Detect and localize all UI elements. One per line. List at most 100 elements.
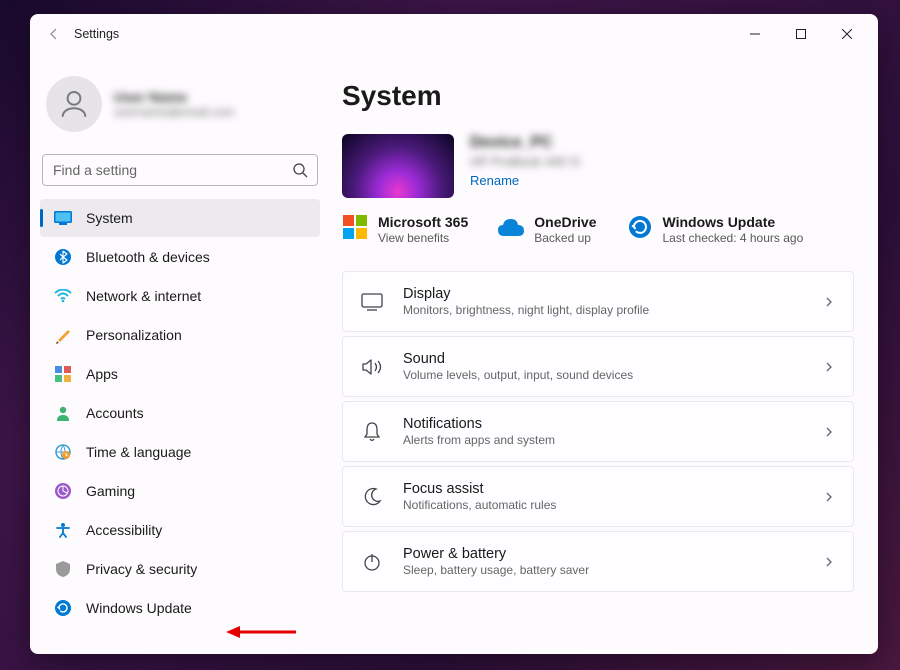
sidebar-item-time-language[interactable]: Time & language bbox=[40, 433, 320, 471]
user-text: User Name username@email.com bbox=[114, 89, 234, 119]
user-email: username@email.com bbox=[114, 105, 234, 119]
chevron-right-icon bbox=[823, 296, 835, 308]
close-icon bbox=[842, 29, 852, 39]
sidebar-item-label: System bbox=[86, 210, 133, 226]
sidebar-item-label: Network & internet bbox=[86, 288, 201, 304]
page-title: System bbox=[342, 80, 854, 112]
chevron-right-icon bbox=[823, 361, 835, 373]
user-name: User Name bbox=[114, 89, 234, 105]
device-row: Device_PC HP ProBook 440 G Rename bbox=[342, 134, 854, 198]
gaming-icon bbox=[54, 482, 72, 500]
minimize-button[interactable] bbox=[732, 18, 778, 50]
status-sub: Last checked: 4 hours ago bbox=[663, 231, 804, 245]
card-power-battery[interactable]: Power & battery Sleep, battery usage, ba… bbox=[342, 531, 854, 592]
onedrive-icon bbox=[498, 214, 524, 240]
nav: System Bluetooth & devices Network & int… bbox=[38, 198, 322, 646]
sidebar-item-label: Accounts bbox=[86, 405, 144, 421]
display-icon bbox=[361, 291, 383, 313]
back-arrow-icon bbox=[46, 26, 62, 42]
card-display[interactable]: Display Monitors, brightness, night ligh… bbox=[342, 271, 854, 332]
system-icon bbox=[54, 209, 72, 227]
shield-icon bbox=[54, 560, 72, 578]
power-icon bbox=[361, 551, 383, 573]
windows-update-icon bbox=[627, 214, 653, 240]
card-title: Display bbox=[403, 286, 803, 302]
card-notifications[interactable]: Notifications Alerts from apps and syste… bbox=[342, 401, 854, 462]
bluetooth-icon bbox=[54, 248, 72, 266]
status-microsoft-365[interactable]: Microsoft 365 View benefits bbox=[342, 214, 468, 245]
sidebar-item-accessibility[interactable]: Accessibility bbox=[40, 511, 320, 549]
sidebar-item-accounts[interactable]: Accounts bbox=[40, 394, 320, 432]
card-sub: Volume levels, output, input, sound devi… bbox=[403, 368, 803, 382]
status-row: Microsoft 365 View benefits OneDrive Bac… bbox=[342, 214, 854, 245]
device-thumbnail bbox=[342, 134, 454, 198]
rename-link[interactable]: Rename bbox=[470, 173, 519, 188]
status-title: OneDrive bbox=[534, 214, 596, 230]
sidebar-item-windows-update[interactable]: Windows Update bbox=[40, 589, 320, 627]
card-sub: Sleep, battery usage, battery saver bbox=[403, 563, 803, 577]
globe-clock-icon bbox=[54, 443, 72, 461]
sidebar-item-bluetooth[interactable]: Bluetooth & devices bbox=[40, 238, 320, 276]
status-onedrive[interactable]: OneDrive Backed up bbox=[498, 214, 596, 245]
status-title: Windows Update bbox=[663, 214, 804, 230]
titlebar: Settings bbox=[30, 14, 878, 54]
sidebar-item-label: Bluetooth & devices bbox=[86, 249, 210, 265]
chevron-right-icon bbox=[823, 556, 835, 568]
search-wrap bbox=[42, 154, 318, 186]
sidebar-item-network[interactable]: Network & internet bbox=[40, 277, 320, 315]
avatar bbox=[46, 76, 102, 132]
card-title: Sound bbox=[403, 351, 803, 367]
sidebar-item-label: Gaming bbox=[86, 483, 135, 499]
update-icon bbox=[54, 599, 72, 617]
card-title: Power & battery bbox=[403, 546, 803, 562]
status-title: Microsoft 365 bbox=[378, 214, 468, 230]
sidebar-item-label: Apps bbox=[86, 366, 118, 382]
device-info: Device_PC HP ProBook 440 G Rename bbox=[470, 134, 580, 190]
sidebar: User Name username@email.com System Blue… bbox=[30, 54, 330, 654]
moon-icon bbox=[361, 486, 383, 508]
apps-icon bbox=[54, 365, 72, 383]
chevron-right-icon bbox=[823, 491, 835, 503]
maximize-icon bbox=[796, 29, 806, 39]
content[interactable]: System Device_PC HP ProBook 440 G Rename… bbox=[330, 54, 878, 654]
sidebar-item-label: Time & language bbox=[86, 444, 191, 460]
settings-window: Settings User Name username@email.com bbox=[30, 14, 878, 654]
accessibility-icon bbox=[54, 521, 72, 539]
sidebar-item-label: Windows Update bbox=[86, 600, 192, 616]
person-icon bbox=[57, 87, 91, 121]
bell-icon bbox=[361, 421, 383, 443]
card-title: Focus assist bbox=[403, 481, 803, 497]
user-profile[interactable]: User Name username@email.com bbox=[38, 58, 322, 154]
paintbrush-icon bbox=[54, 326, 72, 344]
wifi-icon bbox=[54, 287, 72, 305]
window-controls bbox=[732, 18, 870, 50]
card-sub: Alerts from apps and system bbox=[403, 433, 803, 447]
card-sound[interactable]: Sound Volume levels, output, input, soun… bbox=[342, 336, 854, 397]
maximize-button[interactable] bbox=[778, 18, 824, 50]
status-sub: View benefits bbox=[378, 231, 468, 245]
back-button[interactable] bbox=[38, 18, 70, 50]
search-icon bbox=[292, 162, 308, 178]
search-input[interactable] bbox=[42, 154, 318, 186]
window-title: Settings bbox=[74, 27, 119, 41]
sidebar-item-apps[interactable]: Apps bbox=[40, 355, 320, 393]
sidebar-item-system[interactable]: System bbox=[40, 199, 320, 237]
sidebar-item-gaming[interactable]: Gaming bbox=[40, 472, 320, 510]
sidebar-item-label: Privacy & security bbox=[86, 561, 197, 577]
card-focus-assist[interactable]: Focus assist Notifications, automatic ru… bbox=[342, 466, 854, 527]
status-windows-update[interactable]: Windows Update Last checked: 4 hours ago bbox=[627, 214, 804, 245]
card-sub: Notifications, automatic rules bbox=[403, 498, 803, 512]
close-button[interactable] bbox=[824, 18, 870, 50]
status-sub: Backed up bbox=[534, 231, 596, 245]
settings-cards: Display Monitors, brightness, night ligh… bbox=[342, 271, 854, 592]
sidebar-item-label: Accessibility bbox=[86, 522, 162, 538]
sidebar-item-personalization[interactable]: Personalization bbox=[40, 316, 320, 354]
minimize-icon bbox=[750, 29, 760, 39]
chevron-right-icon bbox=[823, 426, 835, 438]
microsoft-logo-icon bbox=[342, 214, 368, 240]
card-sub: Monitors, brightness, night light, displ… bbox=[403, 303, 803, 317]
sound-icon bbox=[361, 356, 383, 378]
device-name: Device_PC bbox=[470, 134, 580, 152]
sidebar-item-privacy[interactable]: Privacy & security bbox=[40, 550, 320, 588]
accounts-icon bbox=[54, 404, 72, 422]
